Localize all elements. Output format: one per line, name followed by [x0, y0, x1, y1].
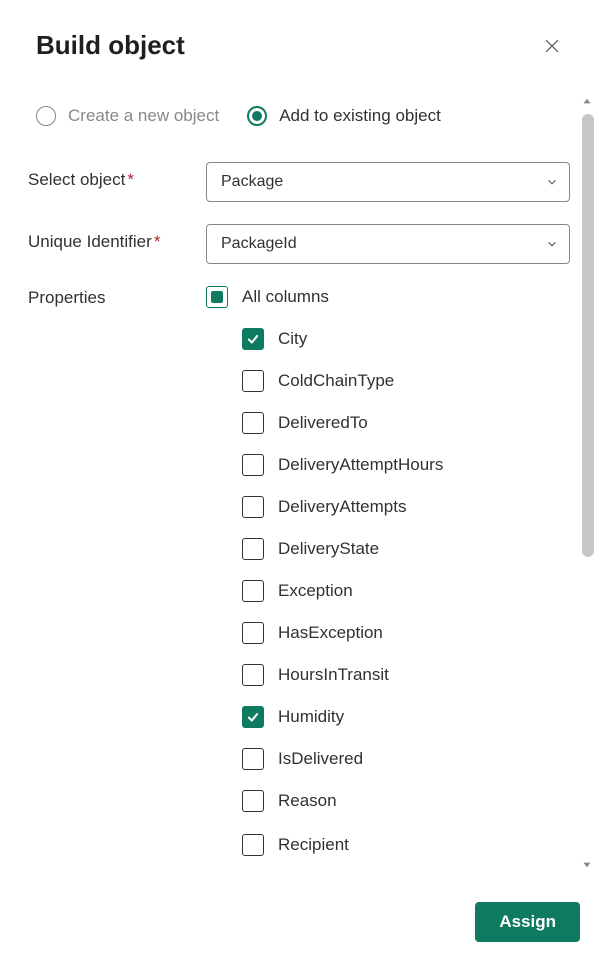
radio-icon	[247, 106, 267, 126]
unique-identifier-label: Unique Identifier*	[28, 224, 206, 252]
indeterminate-icon	[211, 291, 223, 303]
checkbox-label: IsDelivered	[278, 749, 363, 769]
select-object-label: Select object*	[28, 162, 206, 190]
radio-icon	[36, 106, 56, 126]
checkbox-item[interactable]: IsDelivered	[242, 748, 570, 770]
checkbox-item[interactable]: City	[242, 328, 570, 350]
select-object-row: Select object* Package	[28, 162, 570, 202]
radio-add-existing[interactable]: Add to existing object	[247, 106, 441, 126]
scroll-up-icon[interactable]	[580, 94, 594, 108]
dropdown-value: PackageId	[221, 235, 297, 253]
checkbox-label: Recipient	[278, 835, 349, 855]
required-marker: *	[127, 170, 134, 189]
checkbox-icon	[206, 286, 228, 308]
checkbox-icon	[242, 706, 264, 728]
chevron-down-icon	[545, 237, 559, 251]
checkbox-label: HasException	[278, 623, 383, 643]
checkbox-icon	[242, 328, 264, 350]
checkbox-label: All columns	[242, 287, 329, 307]
checkbox-item[interactable]: Exception	[242, 580, 570, 602]
checkbox-item[interactable]: Recipient	[242, 832, 570, 858]
checkbox-item[interactable]: DeliveryState	[242, 538, 570, 560]
checkbox-item[interactable]: DeliveredTo	[242, 412, 570, 434]
checkbox-item[interactable]: HasException	[242, 622, 570, 644]
panel-header: Build object	[0, 0, 598, 81]
checkbox-label: Reason	[278, 791, 337, 811]
dropdown-value: Package	[221, 173, 283, 191]
checkbox-item[interactable]: Humidity	[242, 706, 570, 728]
checkbox-item[interactable]: HoursInTransit	[242, 664, 570, 686]
close-icon[interactable]	[542, 36, 562, 56]
checkbox-label: ColdChainType	[278, 371, 394, 391]
checkbox-icon	[242, 664, 264, 686]
checkbox-icon	[242, 748, 264, 770]
unique-identifier-dropdown[interactable]: PackageId	[206, 224, 570, 264]
chevron-down-icon	[545, 175, 559, 189]
checkbox-icon	[242, 580, 264, 602]
checkbox-icon	[242, 538, 264, 560]
scroll-area[interactable]: Create a new object Add to existing obje…	[0, 88, 598, 880]
unique-identifier-row: Unique Identifier* PackageId	[28, 224, 570, 264]
checkbox-all-columns[interactable]: All columns	[206, 286, 570, 308]
scroll-down-icon[interactable]	[580, 858, 594, 872]
build-object-panel: Build object Create a new object Add	[0, 0, 598, 964]
mode-radio-group: Create a new object Add to existing obje…	[36, 106, 570, 126]
checkbox-label: DeliveryAttemptHours	[278, 455, 443, 475]
properties-row: Properties All columns City ColdChainType…	[28, 286, 570, 878]
panel-footer: Assign	[0, 880, 598, 964]
property-items: City ColdChainType DeliveredTo DeliveryAtte…	[242, 328, 570, 858]
checkbox-item[interactable]: ColdChainType	[242, 370, 570, 392]
assign-button[interactable]: Assign	[475, 902, 580, 942]
checkbox-label: HoursInTransit	[278, 665, 389, 685]
checkbox-icon	[242, 790, 264, 812]
checkbox-label: DeliveryAttempts	[278, 497, 406, 517]
required-marker: *	[154, 232, 161, 251]
radio-label: Add to existing object	[279, 106, 441, 126]
checkbox-icon	[242, 496, 264, 518]
radio-create-new[interactable]: Create a new object	[36, 106, 219, 126]
checkbox-label: Humidity	[278, 707, 344, 727]
checkbox-icon	[242, 370, 264, 392]
checkbox-label: City	[278, 329, 307, 349]
properties-list: All columns City ColdChainType DeliveredTo…	[206, 286, 570, 878]
properties-label: Properties	[28, 286, 206, 308]
checkbox-item[interactable]: DeliveryAttempts	[242, 496, 570, 518]
checkbox-icon	[242, 412, 264, 434]
checkbox-icon	[242, 622, 264, 644]
page-title: Build object	[36, 30, 185, 61]
checkbox-icon	[242, 834, 264, 856]
select-object-dropdown[interactable]: Package	[206, 162, 570, 202]
checkbox-icon	[242, 454, 264, 476]
checkbox-label: Exception	[278, 581, 353, 601]
radio-dot-icon	[252, 111, 262, 121]
checkbox-label: DeliveryState	[278, 539, 379, 559]
checkbox-item[interactable]: Reason	[242, 790, 570, 812]
radio-label: Create a new object	[68, 106, 219, 126]
checkbox-item[interactable]: DeliveryAttemptHours	[242, 454, 570, 476]
checkbox-label: DeliveredTo	[278, 413, 368, 433]
